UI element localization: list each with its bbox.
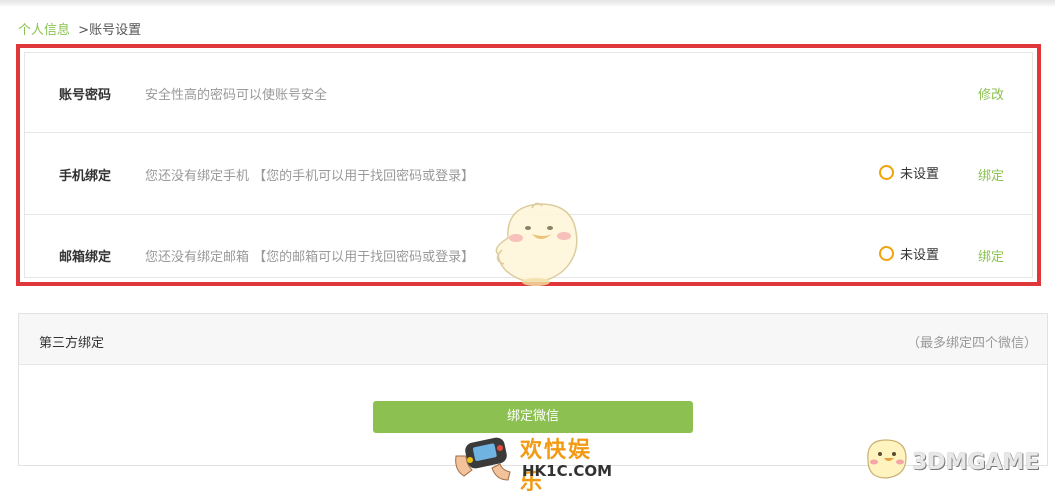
bind-email-link[interactable]: 绑定 [978, 246, 1004, 265]
game-controller-icon [455, 437, 511, 481]
third-party-header: 第三方绑定 （最多绑定四个微信） [19, 314, 1047, 365]
third-party-title: 第三方绑定 [39, 336, 105, 351]
email-label: 邮箱绑定 [59, 250, 112, 265]
breadcrumb-current: 账号设置 [89, 23, 142, 38]
email-status: 未设置 [879, 244, 939, 263]
phone-label: 手机绑定 [59, 169, 112, 184]
breadcrumb-personal-info[interactable]: 个人信息 [18, 23, 70, 38]
password-desc: 安全性高的密码可以使账号安全 [145, 88, 328, 103]
3dm-watermark: 3DMGAME [860, 436, 1050, 484]
email-status-text: 未设置 [900, 248, 940, 263]
email-desc: 您还没有绑定邮箱 【您的邮箱可以用于找回密码或登录】 [145, 250, 475, 265]
phone-status-text: 未设置 [900, 167, 940, 182]
hk1c-watermark: 欢快娱乐 HK1C.COM [452, 428, 613, 495]
password-row: 账号密码 安全性高的密码可以使账号安全 修改 [25, 53, 1032, 133]
modify-password-link[interactable]: 修改 [978, 84, 1004, 103]
mascot-watermark-icon [495, 202, 578, 286]
breadcrumb-separator: > [78, 23, 90, 38]
password-label: 账号密码 [59, 88, 112, 103]
phone-desc: 您还没有绑定手机 【您的手机可以用于找回密码或登录】 [145, 169, 475, 184]
chick-logo-icon [867, 439, 907, 479]
3dm-watermark-text: 3DMGAME [912, 450, 1040, 475]
circle-outline-icon [879, 246, 894, 261]
breadcrumb: 个人信息 >账号设置 [18, 19, 141, 38]
top-shadow [0, 0, 1055, 6]
circle-outline-icon [879, 165, 894, 180]
phone-status: 未设置 [879, 163, 939, 182]
hk1c-watermark-en: HK1C.COM [522, 462, 613, 480]
third-party-note: （最多绑定四个微信） [906, 336, 1037, 351]
bind-phone-link[interactable]: 绑定 [978, 165, 1004, 184]
